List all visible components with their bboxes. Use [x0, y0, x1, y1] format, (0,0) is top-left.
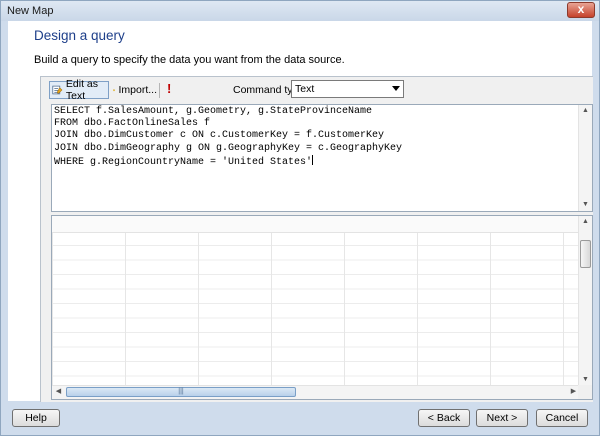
scroll-down-icon[interactable]: ▼: [579, 199, 592, 211]
query-text: SELECT f.SalesAmount, g.Geometry, g.Stat…: [54, 106, 402, 169]
query-text-editor[interactable]: SELECT f.SalesAmount, g.Geometry, g.Stat…: [51, 104, 593, 212]
title-bar: New Map x: [1, 1, 599, 21]
page-title: Design a query: [34, 28, 125, 43]
command-type-value: Text: [295, 83, 315, 95]
new-map-window: New Map x Design a query Build a query t…: [0, 0, 600, 436]
query-toolbar: Edit as Text Import... ! Command type: T…: [41, 77, 593, 103]
results-grid-cells: [52, 216, 580, 387]
help-button[interactable]: Help: [12, 409, 60, 427]
next-button[interactable]: Next >: [476, 409, 528, 427]
chevron-down-icon: [392, 86, 400, 91]
query-line: JOIN dbo.DimGeography g ON g.GeographyKe…: [54, 142, 403, 154]
command-type-select[interactable]: Text: [291, 80, 404, 98]
text-caret: [312, 154, 314, 165]
editor-vertical-scrollbar[interactable]: ▲ ▼: [578, 105, 592, 211]
results-grid-header: [52, 216, 580, 233]
page-description: Build a query to specify the data you wa…: [34, 54, 345, 66]
query-line: FROM dbo.FactOnlineSales f: [54, 118, 211, 130]
wizard-page: Design a query Build a query to specify …: [8, 21, 593, 402]
import-label: Import...: [118, 84, 157, 96]
results-horizontal-scrollbar[interactable]: ◀ ||| ▶: [52, 385, 580, 399]
cancel-button[interactable]: Cancel: [536, 409, 588, 427]
query-line: JOIN dbo.DimCustomer c ON c.CustomerKey …: [54, 130, 385, 142]
scroll-up-icon[interactable]: ▲: [579, 105, 592, 117]
scroll-left-icon[interactable]: ◀: [52, 386, 65, 398]
edit-as-text-label: Edit as Text: [65, 78, 98, 102]
edit-text-icon: [52, 85, 63, 95]
window-title: New Map: [7, 5, 54, 17]
scrollbar-corner: [578, 385, 592, 399]
query-line: WHERE g.RegionCountryName = 'United Stat…: [54, 156, 313, 168]
scroll-up-icon[interactable]: ▲: [579, 216, 592, 228]
import-button[interactable]: Import...: [111, 81, 157, 99]
results-vertical-scrollbar[interactable]: ▲ ▼: [578, 216, 592, 386]
close-button[interactable]: x: [567, 2, 595, 18]
edit-as-text-button[interactable]: Edit as Text: [49, 78, 109, 102]
query-line: SELECT f.SalesAmount, g.Geometry, g.Stat…: [54, 106, 373, 117]
folder-icon: [113, 89, 116, 91]
horizontal-scroll-thumb[interactable]: |||: [66, 387, 296, 397]
toolbar-separator: [159, 83, 160, 98]
query-results-grid[interactable]: ▲ ▼ ◀ ||| ▶: [51, 215, 593, 400]
scroll-grip: |||: [178, 388, 184, 395]
back-button[interactable]: < Back: [418, 409, 470, 427]
vertical-scroll-thumb[interactable]: [580, 240, 591, 268]
query-designer: Edit as Text Import... ! Command type: T…: [40, 76, 593, 402]
run-query-icon[interactable]: !: [167, 81, 171, 96]
